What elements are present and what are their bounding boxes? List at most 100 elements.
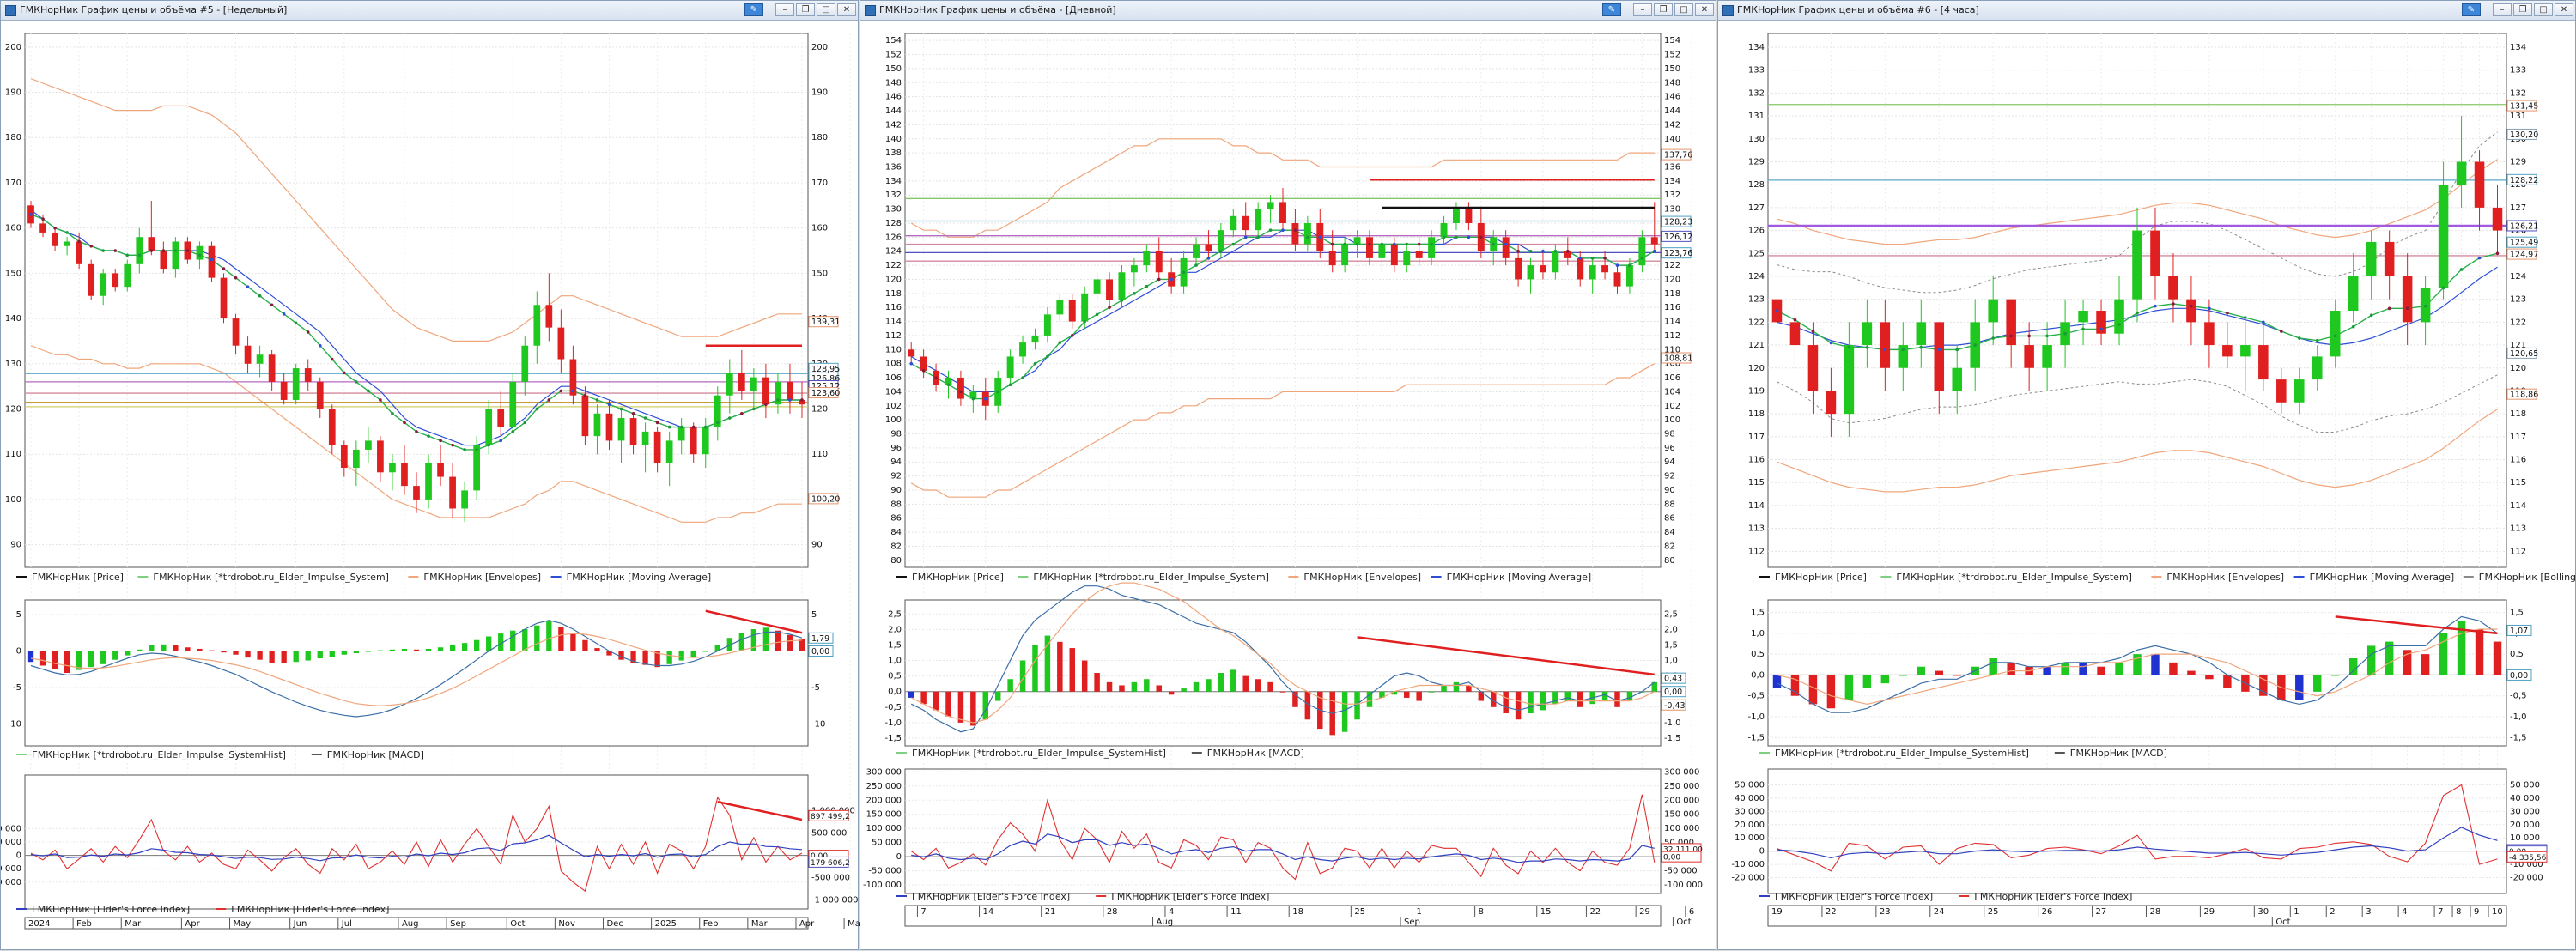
price-tick-right: 170 [811, 179, 828, 188]
price-tick-right: 115 [2510, 478, 2526, 488]
chart-canvas[interactable]: 112 112 113 113 114 114 115 115 116 116 117 117 118 1… [1718, 1, 2576, 951]
candle-body [1440, 222, 1448, 238]
impulse-hist-bar [425, 648, 432, 651]
legend-entry: ГМКНорНик [*trdrobot.ru_Elder_Impulse_Sy… [1775, 748, 2029, 759]
candle-body [292, 368, 300, 400]
impulse-dot [1955, 348, 1959, 352]
price-tick-right: 100 [1664, 415, 1680, 425]
impulse-dot [29, 213, 33, 216]
impulse-dot [607, 403, 611, 407]
price-tick-right: 152 [1664, 51, 1680, 60]
candle-body [2114, 299, 2124, 334]
impulse-dot [1652, 249, 1656, 253]
price-tick-left: 122 [885, 261, 902, 270]
impulse-hist-bar [341, 651, 347, 655]
price-tick-left: 152 [885, 51, 902, 60]
candle-body [2024, 345, 2034, 368]
candle-body [557, 327, 565, 360]
osc-tick-left: -1,0 [884, 718, 902, 728]
impulse-hist-bar [461, 643, 468, 651]
impulse-dot [1008, 383, 1012, 387]
impulse-dot [185, 249, 190, 252]
force-tick-right: 30 000 [2510, 807, 2540, 816]
price-tag: 118,86 [2510, 391, 2538, 400]
impulse-dot [2280, 330, 2283, 333]
price-tick-right: 148 [1664, 78, 1680, 88]
price-tick-left: 126 [1748, 227, 1765, 236]
impulse-dot [559, 389, 563, 393]
impulse-hist-bar [1181, 688, 1187, 692]
force-tick-right: 300 000 [1664, 767, 1699, 777]
impulse-dot [125, 253, 130, 257]
impulse-hist-bar [762, 627, 769, 651]
impulse-hist-bar [1552, 691, 1558, 705]
candle-body [2168, 276, 2178, 300]
impulse-dot [2208, 306, 2211, 311]
price-tick-left: 120 [1748, 364, 1765, 373]
chart-window-4h[interactable]: ГМКНорНик График цены и объёма #6 - [4 ч… [1717, 0, 2576, 950]
price-tick-right: 120 [1664, 275, 1680, 284]
impulse-dot [2045, 334, 2049, 338]
impulse-hist-bar [2493, 641, 2502, 675]
impulse-dot [1973, 343, 1978, 347]
time-tick-label: Sep [450, 919, 466, 929]
chart-canvas[interactable]: 80 8082 8284 8486 8688 8890 9092 9294 9496 9698 98… [860, 1, 1717, 951]
impulse-dot [1603, 257, 1607, 260]
time-tick-label: 28 [2149, 907, 2160, 917]
impulse-dot [1268, 228, 1273, 232]
impulse-hist-bar [317, 651, 323, 658]
chart-window-weekly[interactable]: ГМКНорНик График цены и объёма #5 - [Нед… [0, 0, 860, 951]
impulse-hist-bar [2061, 662, 2069, 675]
impulse-dot [113, 249, 118, 252]
price-tick-right: 136 [1664, 163, 1680, 173]
price-tick-right: 200 [811, 43, 828, 52]
candle-body [1193, 244, 1200, 258]
candle-body [52, 232, 58, 246]
candle-body [1130, 265, 1138, 273]
impulse-dot [1578, 257, 1583, 260]
price-tick-left: 106 [885, 373, 902, 383]
impulse-hist-bar [2348, 658, 2358, 675]
chart-window-daily[interactable]: ГМКНорНик График цены и объёма - [Дневно… [860, 0, 1716, 950]
impulse-hist-bar [137, 649, 143, 651]
impulse-hist-bar [1106, 681, 1113, 692]
impulse-hist-bar [994, 691, 1001, 701]
candle-body [533, 305, 541, 346]
price-tick-right: 129 [2510, 157, 2526, 167]
candle-body [1366, 237, 1373, 258]
time-tick-label: 6 [1689, 907, 1694, 917]
impulse-hist-bar [1230, 669, 1236, 692]
impulse-hist-bar [1131, 681, 1138, 692]
candle-body [1403, 251, 1411, 266]
candle-body [461, 490, 468, 509]
candle-body [1589, 265, 1596, 280]
price-tick-right: 90 [1664, 486, 1675, 495]
force-tick-left: 10 000 [1735, 833, 1765, 843]
osc-tag: 0,00 [811, 647, 829, 657]
candle-body [2402, 276, 2413, 323]
impulse-dot [2190, 304, 2193, 308]
impulse-hist-bar [2421, 654, 2430, 675]
impulse-dot [1281, 228, 1285, 232]
impulse-dot [1628, 263, 1631, 267]
price-tick-left: 160 [5, 224, 21, 233]
time-tick-label: 4 [1169, 907, 1174, 917]
impulse-hist-bar [64, 651, 70, 673]
impulse-dot [1883, 348, 1887, 352]
time-tick-label: Dec [606, 919, 623, 929]
candle-body [1093, 279, 1101, 294]
impulse-hist-bar [1206, 679, 1212, 692]
time-tick-label: 18 [1292, 907, 1303, 917]
price-tick-right: 132 [1664, 191, 1680, 200]
time-tick-label: 30 [2257, 907, 2269, 917]
price-tick-left: 113 [1748, 524, 1765, 534]
impulse-dot [728, 416, 732, 420]
candle-body [1341, 244, 1349, 266]
candle-body [1613, 272, 1621, 287]
candle-body [1328, 251, 1336, 266]
candle-body [1056, 300, 1064, 315]
impulse-dot [619, 407, 623, 411]
impulse-dot [921, 369, 926, 373]
price-tick-left: 150 [885, 64, 902, 74]
chart-canvas[interactable]: 9090100100110110120120130130140140150150… [1, 1, 860, 951]
